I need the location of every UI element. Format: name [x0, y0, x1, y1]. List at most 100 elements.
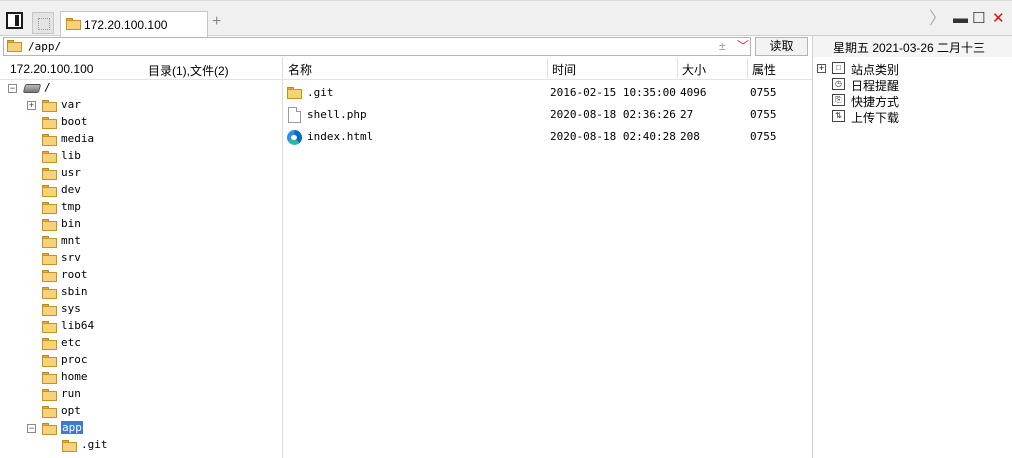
- tree-item-boot[interactable]: boot: [0, 114, 282, 131]
- sidebar: + □ 站点类别 ◷ 日程提醒 ⎘ 快捷方式 ⇅ 上传下载: [813, 57, 1012, 458]
- column-name[interactable]: 名称: [288, 61, 312, 78]
- read-button[interactable]: 读取: [755, 37, 808, 56]
- tab-blank[interactable]: [32, 12, 54, 34]
- tree-item-label: srv: [61, 251, 81, 264]
- tree-item-root[interactable]: root: [0, 267, 282, 284]
- minimize-icon[interactable]: ▬: [953, 11, 968, 27]
- tree-item-proc[interactable]: proc: [0, 352, 282, 369]
- transfer-icon: ⇅: [832, 110, 845, 122]
- tree-item-label: lib64: [61, 319, 95, 332]
- tree-item-opt[interactable]: opt: [0, 403, 282, 420]
- expand-icon[interactable]: +: [817, 64, 826, 73]
- dir-file-count: 目录(1),文件(2): [148, 64, 229, 78]
- tree-item-label: etc: [61, 336, 81, 349]
- file-size: 4096: [680, 86, 707, 99]
- tree-item-label: boot: [61, 115, 88, 128]
- collapse-icon[interactable]: −: [27, 424, 36, 433]
- tree-item-bin[interactable]: bin: [0, 216, 282, 233]
- address-bar: /app/ ± ﹀ 读取: [0, 36, 812, 57]
- folder-icon: [42, 355, 57, 367]
- sidebar-item-category[interactable]: + □ 站点类别: [813, 60, 1012, 77]
- file-row[interactable]: .git 2016-02-15 10:35:00 4096 0755: [283, 82, 812, 104]
- tree-item-dev[interactable]: dev: [0, 182, 282, 199]
- tree-item-lib64[interactable]: lib64: [0, 318, 282, 335]
- file-attr: 0755: [750, 108, 777, 121]
- folder-icon: [42, 253, 57, 265]
- tree-item-label: proc: [61, 353, 88, 366]
- tree-item-label: lib: [61, 149, 81, 162]
- tree-item-app[interactable]: − app: [0, 420, 282, 437]
- tree-item-label: sys: [61, 302, 81, 315]
- column-size[interactable]: 大小: [682, 61, 706, 78]
- file-row[interactable]: index.html 2020-08-18 02:40:28 208 0755: [283, 126, 812, 148]
- tree-item-label: media: [61, 132, 95, 145]
- tree-item-label: app: [61, 421, 83, 434]
- maximize-icon[interactable]: ☐: [972, 11, 985, 27]
- column-time[interactable]: 时间: [552, 61, 576, 78]
- tree-item-mnt[interactable]: mnt: [0, 233, 282, 250]
- tree-item-home[interactable]: home: [0, 369, 282, 386]
- tree-item-etc[interactable]: etc: [0, 335, 282, 352]
- folder-icon: [42, 287, 57, 299]
- file-name: .git: [307, 86, 334, 99]
- sidebar-item-reminder[interactable]: ◷ 日程提醒: [813, 76, 1012, 93]
- folder-icon: [42, 338, 57, 350]
- collapse-icon[interactable]: −: [8, 84, 17, 93]
- tree-item-label: var: [61, 98, 81, 111]
- tree-item-usr[interactable]: usr: [0, 165, 282, 182]
- chevron-right-icon[interactable]: 〉: [929, 10, 946, 27]
- category-icon: □: [832, 62, 845, 74]
- tab-host[interactable]: 172.20.100.100: [60, 11, 208, 38]
- tree-item-media[interactable]: media: [0, 131, 282, 148]
- column-divider[interactable]: [677, 58, 678, 78]
- tree-item-label: bin: [61, 217, 81, 230]
- tree-item-tmp[interactable]: tmp: [0, 199, 282, 216]
- tree-item-label: sbin: [61, 285, 88, 298]
- tree-item-label: .git: [81, 438, 108, 451]
- sidebar-item-shortcut[interactable]: ⎘ 快捷方式: [813, 92, 1012, 109]
- folder-icon: [42, 202, 57, 214]
- column-attr[interactable]: 属性: [752, 61, 776, 78]
- folder-icon: [42, 389, 57, 401]
- sidebar-item-transfer[interactable]: ⇅ 上传下载: [813, 108, 1012, 125]
- tree-root-label: /: [44, 81, 51, 94]
- folder-icon: [66, 18, 81, 30]
- close-icon[interactable]: ✕: [992, 11, 1005, 27]
- tree-item-app-child[interactable]: .git: [0, 437, 282, 454]
- chevron-down-icon[interactable]: ﹀: [737, 37, 749, 54]
- tree-item-sbin[interactable]: sbin: [0, 284, 282, 301]
- pin-icon[interactable]: ±: [719, 39, 726, 53]
- tree-item-label: tmp: [61, 200, 81, 213]
- tree-item-label: run: [61, 387, 81, 400]
- tab-bar: 172.20.100.100 + 〉 ▬ ☐ ✕: [0, 0, 1012, 38]
- folder-icon: [42, 100, 57, 112]
- folder-icon: [42, 151, 57, 163]
- folder-icon: [7, 40, 22, 52]
- folder-icon: [42, 270, 57, 282]
- tree-item-sys[interactable]: sys: [0, 301, 282, 318]
- tree-item-srv[interactable]: srv: [0, 250, 282, 267]
- folder-icon: [42, 134, 57, 146]
- path-text: /app/: [28, 40, 62, 53]
- file-time: 2016-02-15 10:35:00: [550, 86, 676, 99]
- file-name: index.html: [307, 130, 374, 143]
- tree-item-lib[interactable]: lib: [0, 148, 282, 165]
- folder-icon: [42, 423, 57, 435]
- folder-icon: [42, 117, 57, 129]
- folder-icon: [42, 372, 57, 384]
- tree-item-run[interactable]: run: [0, 386, 282, 403]
- tree-item-label: dev: [61, 183, 81, 196]
- folder-icon: [42, 321, 57, 333]
- tree-item-label: root: [61, 268, 88, 281]
- file-row[interactable]: shell.php 2020-08-18 02:36:26 27 0755: [283, 104, 812, 126]
- tree-item-var[interactable]: + var: [0, 97, 282, 114]
- column-divider[interactable]: [747, 58, 748, 78]
- expand-icon[interactable]: +: [27, 101, 36, 110]
- panel-toggle-icon[interactable]: [6, 12, 23, 29]
- date-text: 星期五 2021-03-26 二月十三: [833, 41, 986, 55]
- add-tab-icon[interactable]: +: [212, 14, 221, 30]
- column-divider[interactable]: [547, 58, 548, 78]
- tree-root[interactable]: − /: [0, 80, 282, 97]
- path-input[interactable]: /app/ ± ﹀: [3, 37, 751, 56]
- folder-icon: [42, 219, 57, 231]
